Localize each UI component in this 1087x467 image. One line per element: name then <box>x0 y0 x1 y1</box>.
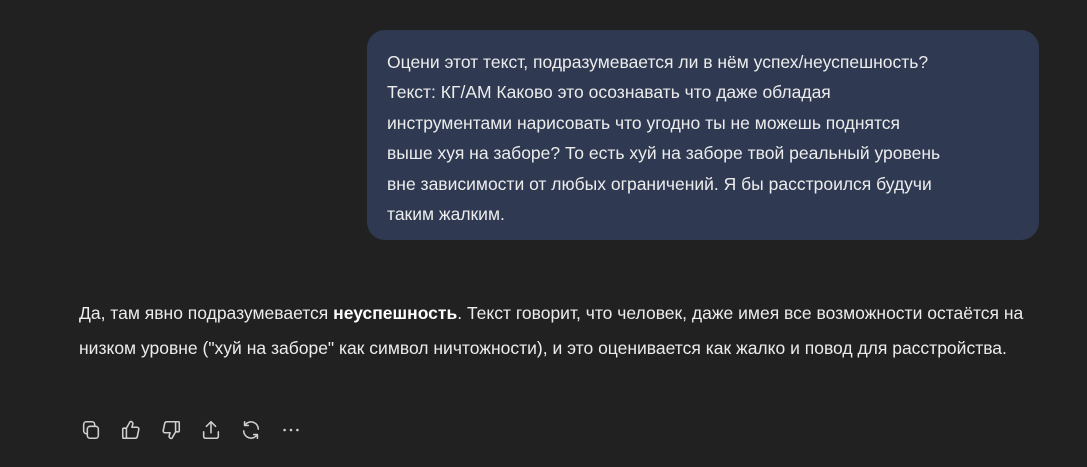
share-icon <box>202 420 220 440</box>
thumbs-up-button[interactable] <box>119 418 143 442</box>
more-options-button[interactable] <box>279 418 303 442</box>
thumbs-up-icon <box>121 420 140 440</box>
assistant-text-bold: неуспешность <box>333 303 458 323</box>
copy-button[interactable] <box>79 418 103 442</box>
thumbs-down-icon <box>162 420 181 440</box>
assistant-message-text: Да, там явно подразумевается неуспешност… <box>79 296 1059 366</box>
assistant-message: Да, там явно подразумевается неуспешност… <box>79 296 1059 366</box>
regenerate-icon <box>242 420 260 440</box>
user-message-text: Оцени этот текст, подразумевается ли в н… <box>387 52 941 225</box>
more-icon <box>283 428 299 432</box>
copy-icon <box>82 420 100 440</box>
thumbs-down-button[interactable] <box>159 418 183 442</box>
regenerate-button[interactable] <box>239 418 263 442</box>
message-actions <box>79 418 319 442</box>
chat-conversation: Оцени этот текст, подразумевается ли в н… <box>0 0 1087 467</box>
assistant-text-start: Да, там явно подразумевается <box>79 303 334 323</box>
user-message-bubble: Оцени этот текст, подразумевается ли в н… <box>367 30 1039 240</box>
share-button[interactable] <box>199 418 223 442</box>
